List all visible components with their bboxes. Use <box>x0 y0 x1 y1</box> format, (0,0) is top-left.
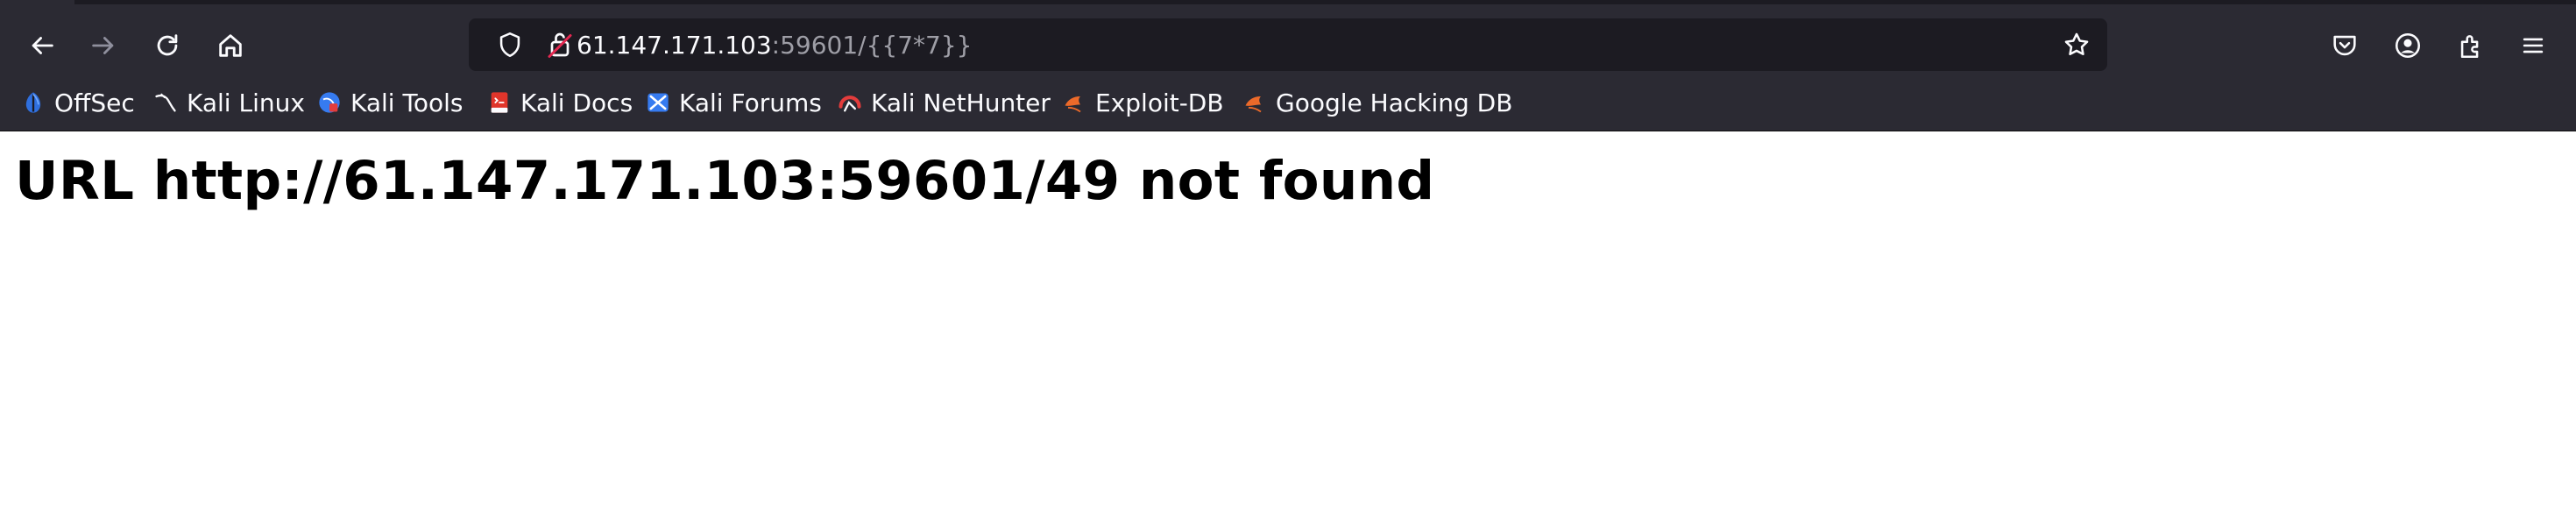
bookmark-offsec[interactable]: OffSec <box>21 78 135 127</box>
bookmark-star-icon[interactable] <box>2062 30 2091 60</box>
address-bar[interactable]: 61.147.171.103:59601/{{7*7}} <box>469 18 2107 71</box>
bookmark-label: OffSec <box>54 88 135 117</box>
app-menu-button[interactable] <box>2509 22 2557 69</box>
navigation-toolbar: 61.147.171.103:59601/{{7*7}} <box>0 4 2576 78</box>
account-icon <box>2395 32 2421 59</box>
extensions-button[interactable] <box>2447 22 2495 69</box>
puzzle-piece-icon <box>2460 35 2479 59</box>
hamburger-menu-icon <box>2523 38 2544 53</box>
bookmark-kali-linux[interactable]: Kali Linux <box>153 78 305 127</box>
bookmark-label: Kali Docs <box>520 88 633 117</box>
reload-button[interactable] <box>144 22 191 69</box>
page-heading: URL http://61.147.171.103:59601/49 not f… <box>15 150 1435 212</box>
insecure-lock-icon[interactable] <box>544 29 576 60</box>
kali-tools-icon <box>319 92 340 113</box>
bookmark-kali-tools[interactable]: Kali Tools <box>317 78 463 127</box>
pocket-icon <box>2333 35 2356 56</box>
page-content: URL http://61.147.171.103:59601/49 not f… <box>0 131 2576 524</box>
forward-button[interactable] <box>80 22 127 69</box>
tracking-protection-shield-icon[interactable] <box>495 30 525 60</box>
offsec-icon <box>25 92 41 113</box>
kali-forums-icon <box>648 93 669 112</box>
bookmark-label: Google Hacking DB <box>1276 88 1513 117</box>
bookmarks-toolbar: OffSec Kali Linux Kali Tools Kali Docs K… <box>0 78 2576 131</box>
bookmark-label: Kali NetHunter <box>871 88 1051 117</box>
account-button[interactable] <box>2384 22 2431 69</box>
kali-linux-icon <box>155 93 176 112</box>
bookmark-kali-docs[interactable]: Kali Docs <box>487 78 633 127</box>
bookmark-kali-nethunter[interactable]: Kali NetHunter <box>838 78 1051 127</box>
kali-nethunter-icon <box>839 96 861 112</box>
bookmark-google-hacking-db[interactable]: Google Hacking DB <box>1242 78 1512 127</box>
back-arrow-icon <box>32 37 53 54</box>
url-host: 61.147.171.103 <box>577 30 772 60</box>
exploit-db-icon <box>1065 96 1081 113</box>
bookmark-label: Kali Forums <box>679 88 822 117</box>
bookmark-label: Kali Tools <box>350 88 464 117</box>
forward-arrow-icon <box>92 37 114 54</box>
bookmark-label: Kali Linux <box>187 88 305 117</box>
google-hacking-db-icon <box>1245 96 1262 113</box>
url-path: :59601/{{7*7}} <box>771 30 973 60</box>
bookmark-label: Exploit-DB <box>1095 88 1224 117</box>
home-icon <box>219 34 242 57</box>
back-button[interactable] <box>18 22 66 69</box>
pocket-button[interactable] <box>2321 22 2368 69</box>
kali-docs-icon <box>491 92 508 113</box>
url-text[interactable]: 61.147.171.103:59601/{{7*7}} <box>577 18 973 71</box>
bookmark-exploit-db[interactable]: Exploit-DB <box>1062 78 1224 127</box>
reload-icon <box>157 34 178 56</box>
home-button[interactable] <box>207 22 254 69</box>
bookmark-kali-forums[interactable]: Kali Forums <box>646 78 822 127</box>
